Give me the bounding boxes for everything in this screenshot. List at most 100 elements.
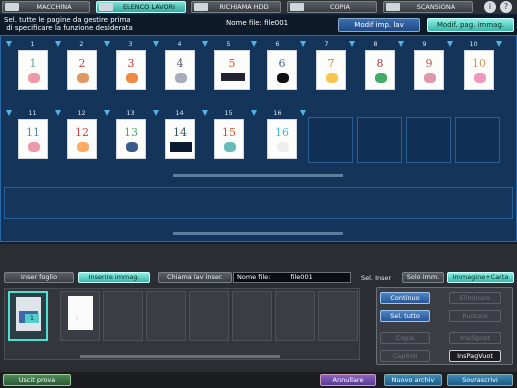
insert-marker-icon[interactable]	[300, 110, 306, 116]
page-thumbnail[interactable]: 14	[165, 119, 195, 159]
page-digit: 1	[29, 57, 37, 70]
tab-scansiona[interactable]: SCANSIONA	[383, 1, 473, 13]
page-number: 9	[422, 40, 427, 48]
uscit-prova-button[interactable]: Uscit prova	[3, 374, 71, 386]
ruotare-button[interactable]: Ruotare	[449, 310, 501, 322]
page-thumbnail[interactable]: 6	[267, 50, 297, 90]
tab-inserire-immag[interactable]: Inserire immag.	[78, 272, 150, 283]
page-number: 12	[77, 109, 86, 117]
file-name-value: file001	[290, 273, 313, 281]
nuovo-archiv-button[interactable]: Nuovo archiv	[384, 374, 442, 386]
empty-insert-slot	[189, 291, 229, 341]
page-number: 1	[30, 40, 35, 48]
page-digit: 3	[127, 57, 135, 70]
tab-copia[interactable]: COPIA	[287, 1, 377, 13]
page-digit: 9	[425, 57, 433, 70]
page-thumbnail[interactable]: 9	[414, 50, 444, 90]
insert-marker-icon[interactable]	[496, 41, 502, 47]
page-thumbnail[interactable]: 5	[214, 50, 250, 90]
immagine-carta-button[interactable]: Immagine+Carta	[447, 272, 514, 283]
tab-elenco-lavori[interactable]: ELENCO LAVORI	[96, 1, 186, 13]
hdd-icon	[194, 3, 208, 11]
page-thumbnail[interactable]: 4	[165, 50, 195, 90]
insert-grid-scrollbar[interactable]	[80, 355, 280, 358]
page-area-scrollbar-lower[interactable]	[173, 232, 343, 235]
page-thumbnail[interactable]: 16	[267, 119, 297, 159]
copy-icon	[290, 3, 304, 11]
scan-icon	[386, 3, 400, 11]
page-number: 16	[273, 109, 282, 117]
empty-page-slot	[406, 117, 451, 163]
page-thumbnail[interactable]: 15	[214, 119, 244, 159]
empty-insert-slot	[318, 291, 358, 341]
insert-thumb-number: 2	[75, 314, 80, 322]
page-digit: 2	[78, 57, 86, 70]
modif-pag-immag-button[interactable]: Modif. pag. immag.	[427, 18, 514, 32]
ins-pag-vuot-button[interactable]: InsPagVuot	[449, 350, 501, 362]
page-number: 14	[175, 109, 184, 117]
empty-insert-slot	[232, 291, 272, 341]
empty-page-slot	[357, 117, 402, 163]
instruction-line-2: di specificare la funzione desiderata	[4, 24, 133, 32]
info-icon[interactable]: i	[484, 1, 496, 13]
page-digit: 8	[376, 57, 384, 70]
eliminare-button[interactable]: Eliminare	[449, 292, 501, 304]
tab-inser-foglio[interactable]: Inser foglio	[4, 272, 74, 283]
file-name-label: Nome file: file001	[226, 19, 289, 27]
page-number: 15	[224, 109, 233, 117]
job-list-icon	[99, 3, 113, 11]
page-thumbnail[interactable]: 2	[67, 50, 97, 90]
page-number: 11	[28, 109, 37, 117]
page-thumbnail[interactable]: 13	[116, 119, 146, 159]
tab-richiama-hdd[interactable]: RICHIAMA HDD	[191, 1, 281, 13]
empty-page-slot	[308, 117, 353, 163]
sovrascrivi-button[interactable]: Sovrascrivi	[447, 374, 513, 386]
top-tab-bar: MACCHINA ELENCO LAVORI RICHIAMA HDD COPI…	[0, 0, 517, 14]
annullare-button[interactable]: Annullare	[320, 374, 376, 386]
page-digit: 16	[275, 126, 289, 139]
solo-imm-button[interactable]: Solo imm.	[402, 272, 444, 283]
page-number: 5	[226, 40, 231, 48]
insert-thumb[interactable]	[60, 291, 100, 341]
page-digit: 7	[327, 57, 335, 70]
empty-page-row	[4, 187, 513, 219]
page-thumbnail[interactable]: 3	[116, 50, 146, 90]
page-digit: 5	[228, 57, 236, 70]
empty-insert-slot	[103, 291, 143, 341]
empty-page-slot	[455, 117, 500, 163]
page-digit: 4	[176, 57, 184, 70]
page-thumbnail[interactable]: 8	[365, 50, 395, 90]
page-digit: 10	[472, 57, 486, 70]
page-digit: 14	[173, 126, 187, 139]
copia-button[interactable]: Copia	[380, 332, 430, 344]
page-number: 13	[126, 109, 135, 117]
file-name-label: Nome file:	[237, 273, 271, 281]
empty-insert-slot	[275, 291, 315, 341]
page-digit: 11	[26, 126, 40, 139]
page-thumbnail[interactable]: 7	[316, 50, 346, 90]
page-thumbnail[interactable]: 10	[464, 50, 494, 90]
page-thumbnail[interactable]: 1	[18, 50, 48, 90]
ins-spost-button[interactable]: Ins/Spost	[449, 332, 501, 344]
help-icon[interactable]: ?	[500, 1, 512, 13]
page-number: 7	[324, 40, 329, 48]
page-thumbnail[interactable]: 11	[18, 119, 48, 159]
page-thumbnail-area: 1 1 2 2 3 3 4 4 5 5 6 6 7 7 8 8 9 9 10 1…	[0, 35, 517, 242]
page-number: 10	[469, 40, 478, 48]
tab-label: SCANSIONA	[416, 3, 456, 11]
tab-label: COPIA	[330, 3, 350, 11]
continuo-button[interactable]: Continuo	[380, 292, 430, 304]
chiama-lav-inser-button[interactable]: Chiama lav inser.	[158, 272, 232, 283]
tab-macchina[interactable]: MACCHINA	[2, 1, 90, 13]
page-thumbnail[interactable]: 12	[67, 119, 97, 159]
tab-label: RICHIAMA HDD	[219, 3, 269, 11]
page-digit: 6	[278, 57, 286, 70]
tab-label: ELENCO LAVORI	[122, 3, 176, 11]
modif-imp-lav-button[interactable]: Modif imp. lav	[338, 18, 420, 32]
page-number: 8	[373, 40, 378, 48]
page-area-scrollbar[interactable]	[173, 174, 343, 177]
sel-tutto-button[interactable]: Sel. tutto	[380, 310, 430, 322]
page-row-2: 11 11 12 12 13 13 14 14 15 15 16 16	[1, 105, 516, 173]
capitoli-button[interactable]: Capitoli	[380, 350, 430, 362]
page-digit: 12	[75, 126, 89, 139]
